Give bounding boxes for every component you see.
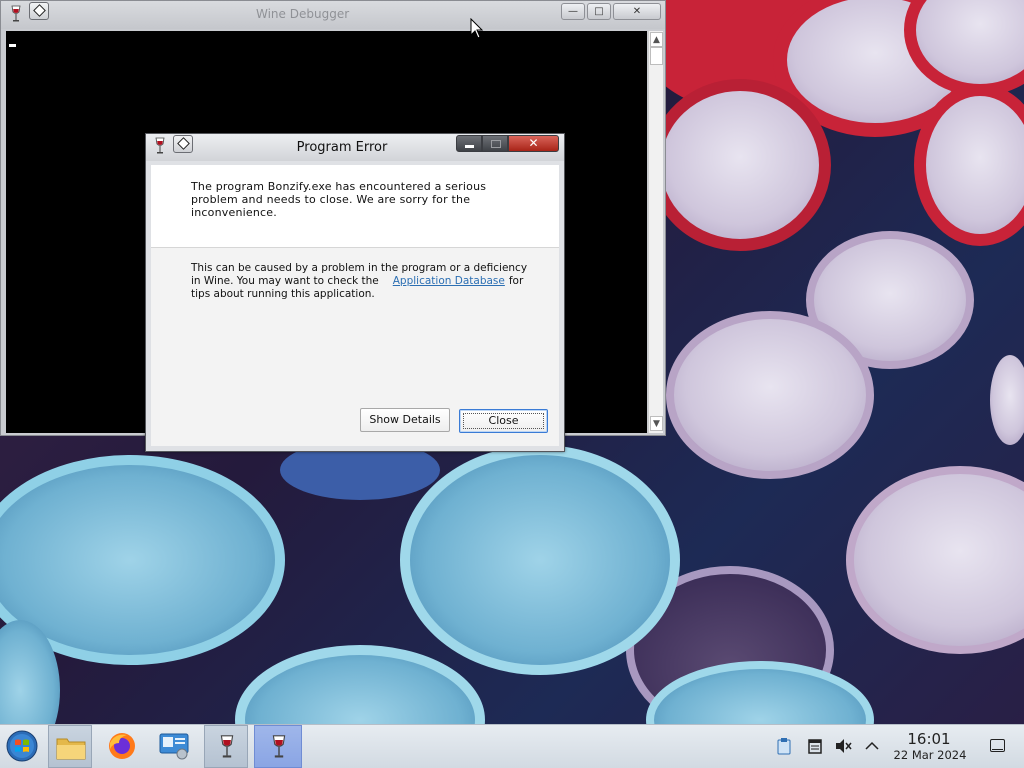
clock-date[interactable]: 22 Mar 2024 bbox=[888, 748, 972, 762]
text-cursor bbox=[9, 44, 16, 47]
focus-ring bbox=[463, 413, 544, 429]
maximize-button[interactable]: □ bbox=[587, 3, 611, 20]
program-error-task[interactable] bbox=[254, 725, 302, 768]
wine-debugger-task[interactable] bbox=[204, 725, 248, 768]
folder-icon bbox=[56, 738, 86, 760]
settings-screen-icon bbox=[159, 733, 189, 760]
application-database-link[interactable]: Application Database bbox=[379, 275, 509, 287]
dialog-message-panel: The program Bonzify.exe has encountered … bbox=[151, 165, 559, 248]
system-settings-task[interactable] bbox=[152, 725, 196, 768]
muted-speaker-icon[interactable] bbox=[834, 737, 852, 755]
wine-glass-icon bbox=[220, 735, 234, 758]
close-button[interactable]: ✕ bbox=[613, 3, 661, 20]
wine-glass-icon bbox=[11, 5, 21, 22]
diamond-menu-icon[interactable] bbox=[29, 2, 49, 20]
minimize-button[interactable]: — bbox=[561, 3, 585, 20]
dialog-titlebar[interactable]: Program Error ✕ bbox=[146, 134, 564, 161]
show-details-button[interactable]: Show Details bbox=[360, 408, 450, 432]
start-orb-icon bbox=[6, 730, 38, 762]
notes-icon[interactable] bbox=[806, 737, 824, 755]
close-button[interactable]: ✕ bbox=[508, 135, 559, 152]
firefox-task[interactable] bbox=[100, 725, 144, 768]
firefox-icon bbox=[109, 733, 135, 759]
mouse-pointer-icon bbox=[470, 18, 484, 39]
file-manager-task[interactable] bbox=[48, 725, 92, 768]
clipboard-icon[interactable] bbox=[775, 737, 793, 755]
scroll-up-button[interactable]: ▲ bbox=[650, 32, 663, 47]
maximize-button[interactable] bbox=[482, 135, 508, 152]
clock-time[interactable]: 16:01 bbox=[904, 730, 954, 748]
show-desktop-icon[interactable] bbox=[990, 739, 1005, 752]
chevron-up-icon[interactable] bbox=[863, 737, 881, 755]
taskbar: 16:01 22 Mar 2024 bbox=[0, 724, 1024, 768]
error-detail-text: This can be caused by a problem in the p… bbox=[191, 262, 531, 301]
vertical-scrollbar[interactable]: ▲ ▼ bbox=[648, 31, 663, 433]
start-menu-button[interactable] bbox=[0, 725, 44, 768]
error-message: The program Bonzify.exe has encountered … bbox=[191, 180, 487, 219]
minimize-button[interactable] bbox=[456, 135, 482, 152]
dialog-detail-panel: This can be caused by a problem in the p… bbox=[151, 248, 559, 446]
program-error-dialog: Program Error ✕ The program Bonzify.exe … bbox=[145, 133, 565, 452]
scroll-thumb[interactable] bbox=[650, 47, 663, 65]
wine-glass-icon bbox=[272, 735, 286, 758]
close-dialog-button[interactable]: Close bbox=[459, 409, 548, 433]
console-title: Wine Debugger bbox=[256, 7, 350, 21]
console-titlebar[interactable]: Wine Debugger — □ ✕ bbox=[1, 1, 665, 29]
scroll-down-button[interactable]: ▼ bbox=[650, 416, 663, 431]
